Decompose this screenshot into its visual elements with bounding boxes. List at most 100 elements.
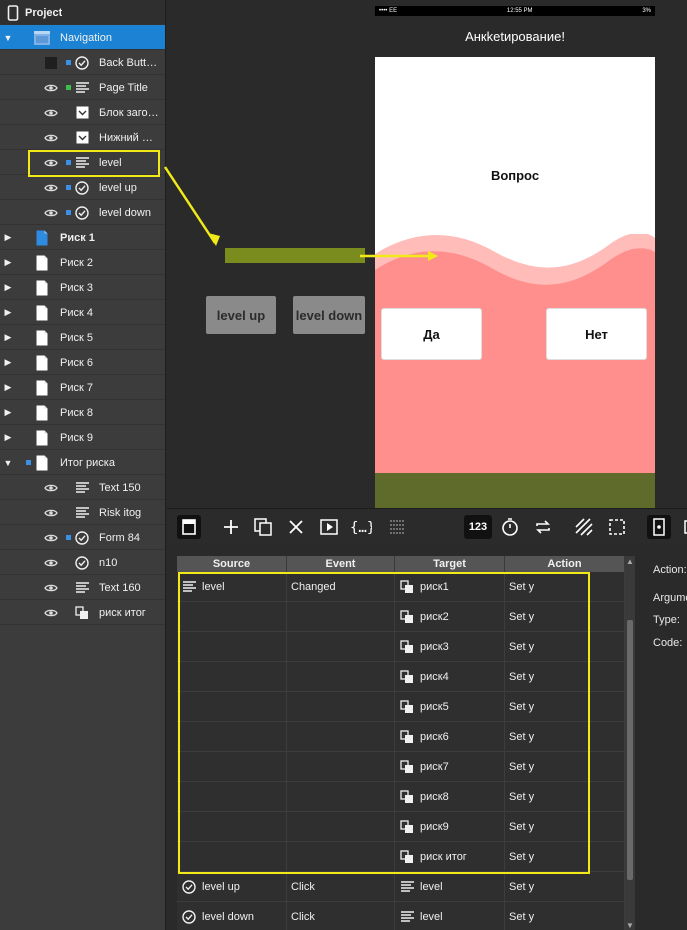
tree-item[interactable]: Page Title: [0, 75, 165, 100]
eye-icon[interactable]: [43, 600, 59, 625]
target-cell[interactable]: риск7: [395, 752, 505, 782]
device-button[interactable]: [647, 515, 671, 539]
event-cell[interactable]: [287, 602, 395, 632]
tree-item[interactable]: level up: [0, 175, 165, 200]
tree-item[interactable]: ▶ Риск 5: [0, 325, 165, 350]
eye-icon[interactable]: [43, 525, 59, 550]
no-button[interactable]: Нет: [546, 308, 647, 360]
chevron-right-icon[interactable]: ▶: [3, 275, 13, 300]
tree-item[interactable]: ▶ Риск 2: [0, 250, 165, 275]
event-cell[interactable]: [287, 692, 395, 722]
action-cell[interactable]: Set y: [505, 602, 625, 632]
list-button[interactable]: [385, 515, 409, 539]
tree-item[interactable]: ▼ Итог риска: [0, 450, 165, 475]
source-cell[interactable]: [177, 812, 287, 842]
source-cell[interactable]: [177, 842, 287, 872]
yes-button[interactable]: Да: [381, 308, 482, 360]
chevron-right-icon[interactable]: ▶: [3, 300, 13, 325]
tree-item[interactable]: ▶ Риск 8: [0, 400, 165, 425]
eye-icon[interactable]: [43, 200, 59, 225]
chevron-right-icon[interactable]: ▶: [3, 350, 13, 375]
source-cell[interactable]: [177, 752, 287, 782]
table-row[interactable]: риск2 Set y: [177, 602, 625, 632]
chevron-right-icon[interactable]: ▶: [3, 225, 13, 250]
table-scrollbar[interactable]: ▲ ▼: [625, 556, 635, 930]
scrollbar-thumb[interactable]: [627, 620, 633, 880]
table-row[interactable]: level down Click level Set y: [177, 902, 625, 930]
target-cell[interactable]: level: [395, 872, 505, 902]
tree-item[interactable]: Text 160: [0, 575, 165, 600]
tree-item[interactable]: Back Butt…: [0, 50, 165, 75]
target-cell[interactable]: риск6: [395, 722, 505, 752]
action-cell[interactable]: Set y: [505, 692, 625, 722]
eye-icon[interactable]: [43, 125, 59, 150]
event-cell[interactable]: [287, 782, 395, 812]
tree-item[interactable]: Form 84: [0, 525, 165, 550]
tree-item[interactable]: Блок заго…: [0, 100, 165, 125]
action-cell[interactable]: Set y: [505, 902, 625, 930]
target-cell[interactable]: level: [395, 902, 505, 930]
event-cell[interactable]: [287, 842, 395, 872]
table-row[interactable]: риск итог Set y: [177, 842, 625, 872]
chevron-down-icon[interactable]: ▼: [3, 450, 13, 475]
preview-button[interactable]: [317, 515, 341, 539]
level-up-button[interactable]: level up: [206, 296, 276, 334]
table-row[interactable]: риск3 Set y: [177, 632, 625, 662]
event-cell[interactable]: Click: [287, 902, 395, 930]
add-button[interactable]: [219, 515, 243, 539]
tree-item[interactable]: Нижний …: [0, 125, 165, 150]
table-row[interactable]: риск5 Set y: [177, 692, 625, 722]
table-row[interactable]: риск6 Set y: [177, 722, 625, 752]
action-cell[interactable]: Set y: [505, 812, 625, 842]
panel-toggle-button[interactable]: [177, 515, 201, 539]
scroll-down-arrow-icon[interactable]: ▼: [625, 920, 635, 930]
project-header[interactable]: Project: [0, 0, 165, 25]
target-cell[interactable]: риск итог: [395, 842, 505, 872]
tree-item[interactable]: ▶ Риск 4: [0, 300, 165, 325]
overflow-button[interactable]: [677, 515, 687, 539]
chevron-right-icon[interactable]: ▶: [3, 375, 13, 400]
source-cell[interactable]: [177, 692, 287, 722]
tree-item[interactable]: ▼ Navigation: [0, 25, 165, 50]
event-cell[interactable]: [287, 752, 395, 782]
tree-item[interactable]: ▶ Риск 6: [0, 350, 165, 375]
target-cell[interactable]: риск2: [395, 602, 505, 632]
chevron-right-icon[interactable]: ▶: [3, 425, 13, 450]
column-header-source[interactable]: Source: [177, 556, 287, 572]
target-cell[interactable]: риск8: [395, 782, 505, 812]
source-cell[interactable]: level down: [177, 902, 287, 930]
action-cell[interactable]: Set y: [505, 722, 625, 752]
target-cell[interactable]: риск1: [395, 572, 505, 602]
timer-button[interactable]: [498, 515, 522, 539]
table-row[interactable]: риск8 Set y: [177, 782, 625, 812]
target-cell[interactable]: риск3: [395, 632, 505, 662]
eye-icon[interactable]: [43, 100, 59, 125]
column-header-event[interactable]: Event: [287, 556, 395, 572]
target-cell[interactable]: риск9: [395, 812, 505, 842]
eye-icon[interactable]: [43, 150, 59, 175]
event-cell[interactable]: [287, 632, 395, 662]
action-cell[interactable]: Set y: [505, 842, 625, 872]
select-area-button[interactable]: [605, 515, 629, 539]
table-row[interactable]: level Changed риск1 Set y: [177, 572, 625, 602]
chevron-right-icon[interactable]: ▶: [3, 400, 13, 425]
counter-button[interactable]: 123: [464, 515, 492, 539]
action-cell[interactable]: Set y: [505, 752, 625, 782]
table-row[interactable]: level up Click level Set y: [177, 872, 625, 902]
event-cell[interactable]: [287, 812, 395, 842]
table-row[interactable]: риск4 Set y: [177, 662, 625, 692]
design-canvas[interactable]: level up level down •••• EE 12:55 PM 3% …: [167, 0, 687, 508]
duplicate-button[interactable]: [251, 515, 275, 539]
hidden-swatch-icon[interactable]: [43, 50, 59, 75]
scroll-up-arrow-icon[interactable]: ▲: [625, 556, 635, 566]
table-row[interactable]: риск7 Set y: [177, 752, 625, 782]
eye-icon[interactable]: [43, 175, 59, 200]
source-cell[interactable]: level up: [177, 872, 287, 902]
table-row[interactable]: риск9 Set y: [177, 812, 625, 842]
action-cell[interactable]: Set y: [505, 572, 625, 602]
target-cell[interactable]: риск5: [395, 692, 505, 722]
action-cell[interactable]: Set y: [505, 662, 625, 692]
chevron-right-icon[interactable]: ▶: [3, 325, 13, 350]
tree-item[interactable]: Risk itog: [0, 500, 165, 525]
tree-item[interactable]: ▶ Риск 9: [0, 425, 165, 450]
